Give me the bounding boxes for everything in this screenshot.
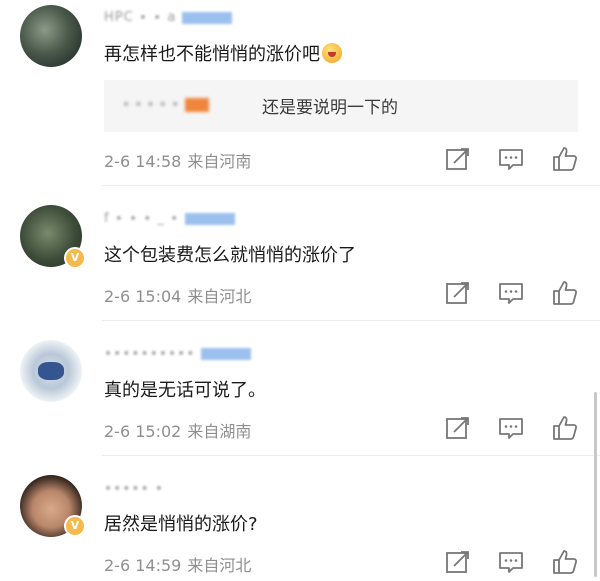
comment-icon[interactable]	[496, 278, 526, 308]
comment-meta: 2-6 15:04 来自河北	[104, 287, 252, 306]
comment-icon[interactable]	[496, 413, 526, 443]
comment-item: ∙∙∙∙∙∙∙∙∙∙ 真的是无话可说了。 2-6 15:02 来自湖南	[0, 320, 600, 455]
comment-text: 居然是悄悄的涨价?	[104, 514, 258, 535]
thumbs-up-icon[interactable]	[550, 413, 580, 443]
share-icon[interactable]	[442, 144, 472, 174]
comment-item: HPC ∙ ∙ a 再怎样也不能悄悄的涨价吧 ∙ ∙ ∙ ∙ ∙ 还是要说明一下…	[0, 0, 600, 185]
thumbs-up-icon[interactable]	[550, 278, 580, 308]
username[interactable]: ∙∙∙∙∙ ∙	[104, 481, 164, 497]
comment-item: V f ∙ ∙ ∙ _ ∙ 这个包装费怎么就悄悄的涨价了 2-6 15:04 来自…	[0, 185, 600, 320]
share-icon[interactable]	[442, 413, 472, 443]
emoji-icon	[322, 43, 342, 63]
username[interactable]: HPC ∙ ∙ a	[104, 10, 233, 26]
avatar[interactable]	[20, 340, 82, 402]
username[interactable]: ∙∙∙∙∙∙∙∙∙∙	[104, 346, 252, 362]
share-icon[interactable]	[442, 547, 472, 577]
comment-text: 再怎样也不能悄悄的涨价吧	[104, 40, 342, 66]
comment-item: V ∙∙∙∙∙ ∙ 居然是悄悄的涨价? 2-6 14:59 来自河北	[0, 455, 600, 581]
reply-username: ∙ ∙ ∙ ∙ ∙	[122, 97, 210, 112]
avatar[interactable]	[20, 5, 82, 67]
comment-meta: 2-6 15:02 来自湖南	[104, 422, 252, 441]
scrollbar[interactable]	[594, 392, 597, 577]
comment-text: 真的是无话可说了。	[104, 380, 266, 401]
reply-box[interactable]: ∙ ∙ ∙ ∙ ∙ 还是要说明一下的	[104, 80, 578, 132]
thumbs-up-icon[interactable]	[550, 144, 580, 174]
comment-icon[interactable]	[496, 547, 526, 577]
thumbs-up-icon[interactable]	[550, 547, 580, 577]
comment-text: 这个包装费怎么就悄悄的涨价了	[104, 245, 356, 266]
comment-meta: 2-6 14:58 来自河南	[104, 152, 252, 171]
username[interactable]: f ∙ ∙ ∙ _ ∙	[104, 211, 236, 227]
verified-badge-icon: V	[64, 515, 86, 537]
comment-icon[interactable]	[496, 144, 526, 174]
comment-meta: 2-6 14:59 来自河北	[104, 556, 252, 575]
share-icon[interactable]	[442, 278, 472, 308]
reply-text: 还是要说明一下的	[262, 98, 398, 118]
verified-badge-icon: V	[64, 247, 86, 269]
